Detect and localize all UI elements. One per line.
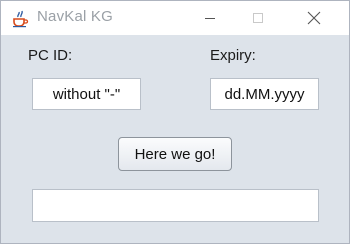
expiry-label: Expiry:	[210, 47, 256, 64]
maximize-button[interactable]	[235, 1, 281, 35]
minimize-button[interactable]	[187, 1, 233, 35]
pc-id-label: PC ID:	[28, 47, 73, 64]
expiry-field[interactable]: dd.MM.yyyy	[210, 78, 319, 110]
java-cup-icon	[10, 8, 30, 28]
maximize-icon	[252, 12, 264, 24]
minimize-icon	[204, 12, 216, 24]
close-button[interactable]	[291, 1, 337, 35]
close-icon	[307, 11, 321, 25]
title-bar[interactable]: NavKal KG	[1, 1, 349, 35]
output-field[interactable]	[32, 189, 319, 222]
app-window: NavKal KG PC ID: Expiry: without "-" dd.…	[0, 0, 350, 244]
here-we-go-button[interactable]: Here we go!	[118, 137, 232, 171]
pc-id-field[interactable]: without "-"	[32, 78, 141, 110]
window-title: NavKal KG	[37, 8, 113, 25]
form-panel: PC ID: Expiry: without "-" dd.MM.yyyy He…	[1, 35, 349, 243]
